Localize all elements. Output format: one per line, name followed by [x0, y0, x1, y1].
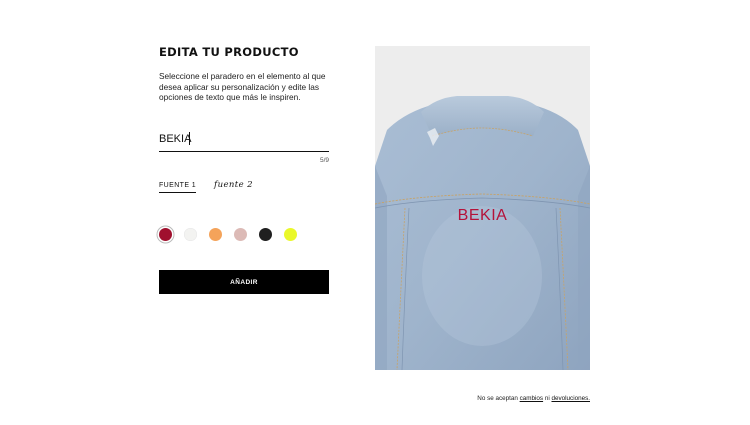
changes-link[interactable]: cambios — [520, 395, 543, 402]
custom-text-field[interactable] — [159, 129, 329, 152]
swatch-neon-yellow[interactable] — [284, 228, 297, 241]
swatch-black[interactable] — [259, 228, 272, 241]
add-button[interactable]: AÑADIR — [159, 270, 329, 294]
character-counter: 5/9 — [319, 157, 329, 164]
preview-custom-text: BEKIA — [457, 207, 508, 224]
custom-text-input[interactable] — [159, 130, 329, 145]
text-caret — [189, 132, 190, 145]
product-preview: BEKIA — [375, 46, 590, 370]
swatch-pink[interactable] — [234, 228, 247, 241]
page-title: EDITA TU PRODUCTO — [159, 45, 299, 59]
policy-prefix: No se aceptan — [477, 395, 518, 402]
tab-font-1[interactable]: FUENTE 1 — [159, 182, 197, 193]
policy-connector: ni — [544, 395, 550, 402]
instructions-text: Seleccione el paradero en el elemento al… — [159, 71, 326, 103]
font-selector: FUENTE 1 fuente 2 — [159, 180, 253, 193]
swatch-burgundy[interactable] — [159, 228, 172, 241]
returns-link[interactable]: devoluciones. — [551, 395, 590, 402]
policy-note: No se aceptan cambios ni devoluciones. — [477, 395, 590, 402]
editor-panel: EDITA TU PRODUCTO Seleccione el paradero… — [159, 45, 329, 294]
color-swatches — [159, 228, 297, 241]
tab-font-2[interactable]: fuente 2 — [214, 180, 253, 193]
swatch-orange[interactable] — [209, 228, 222, 241]
swatch-white[interactable] — [184, 228, 197, 241]
